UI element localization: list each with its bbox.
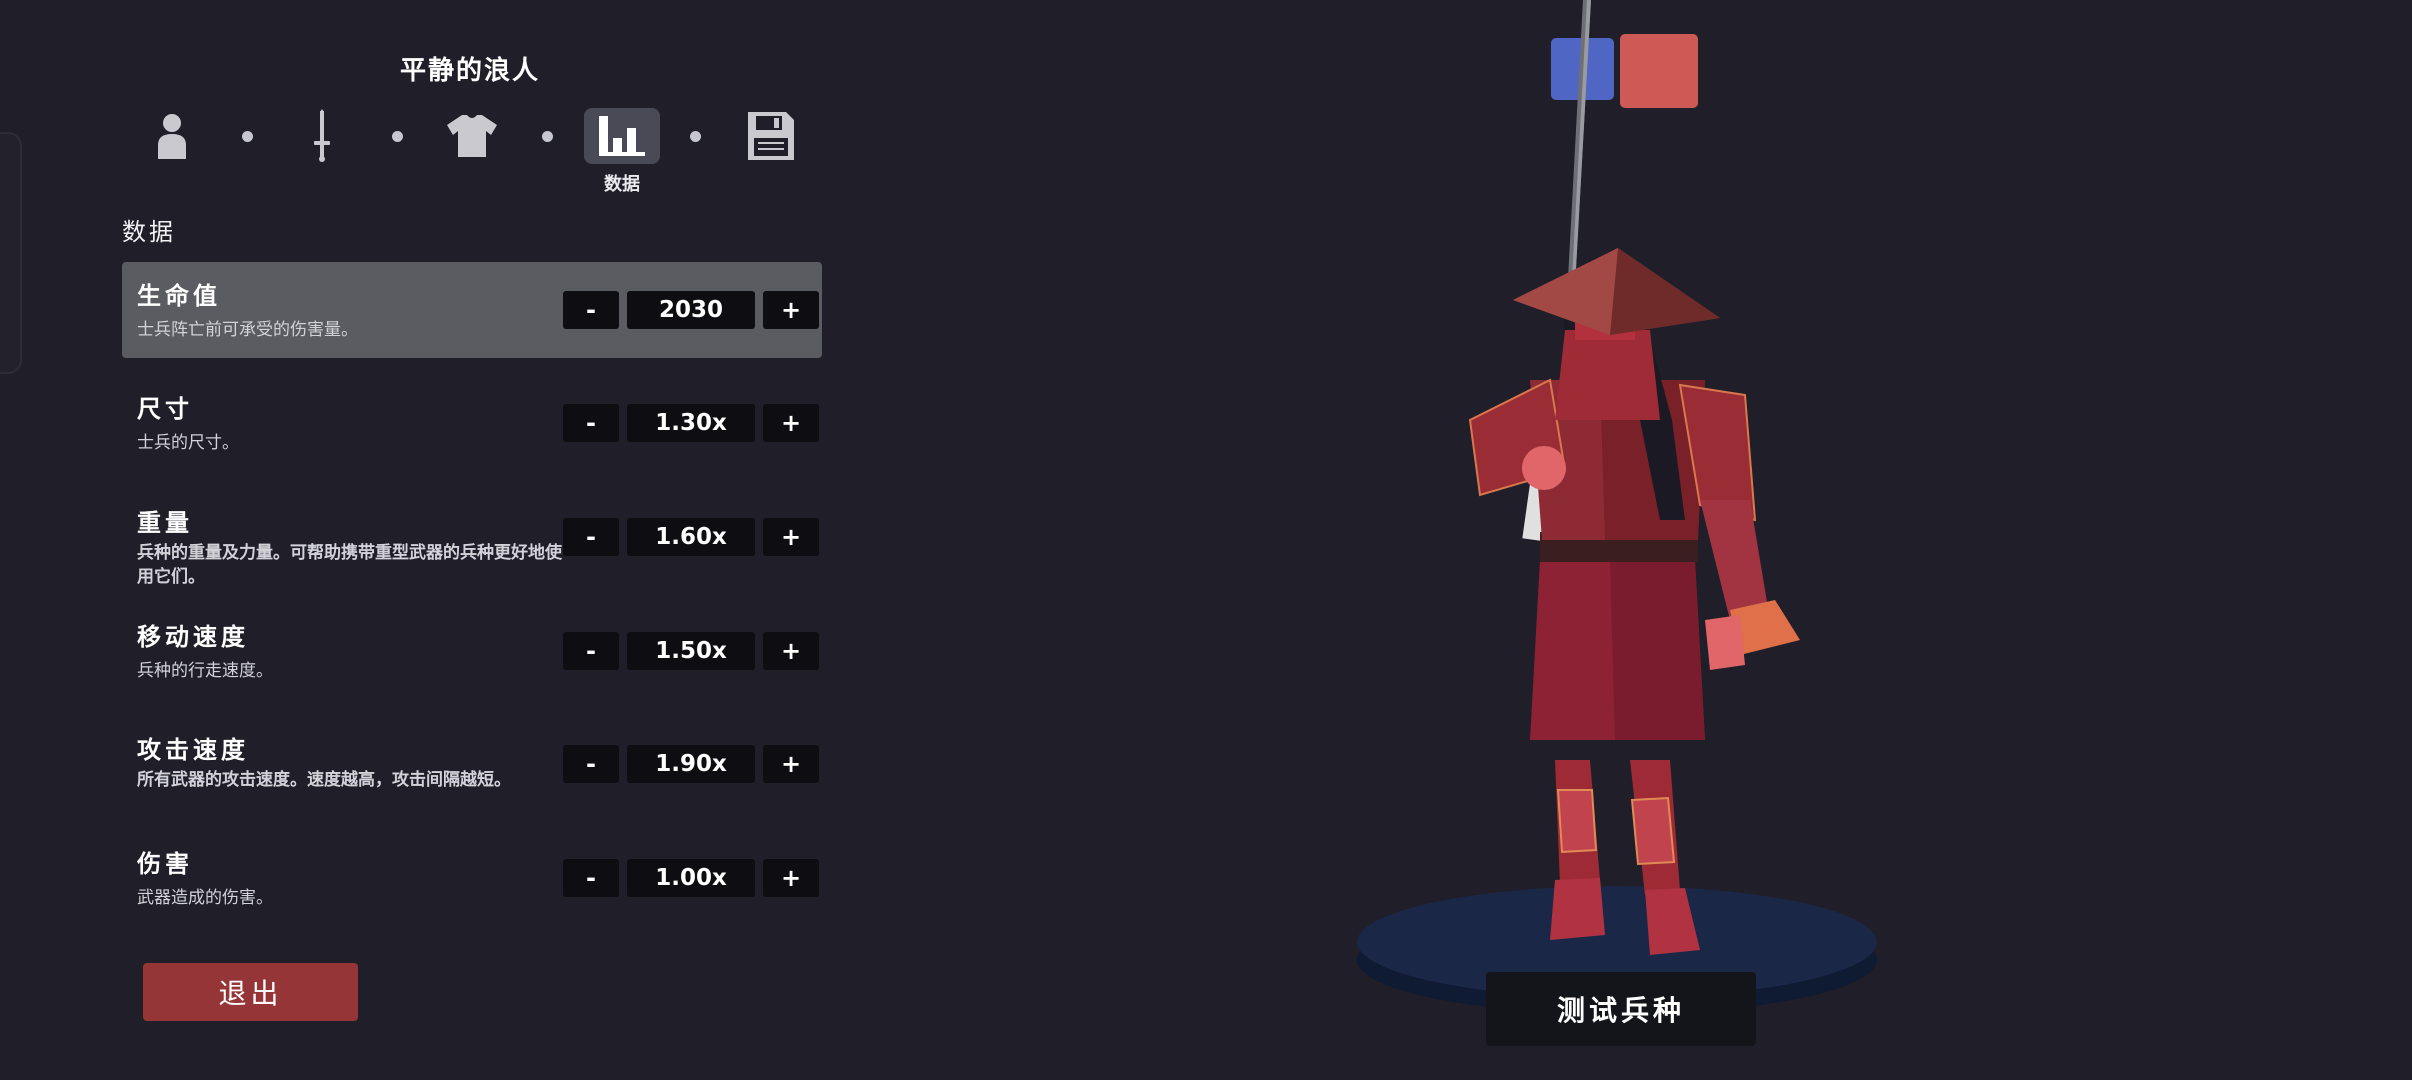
stat-row-damage[interactable]: 伤害 武器造成的伤害。 - 1.00x + [122,830,822,926]
unit-name-title[interactable]: 平静的浪人 [330,50,610,87]
increase-button[interactable]: + [763,745,819,783]
shirt-icon [447,115,497,157]
nav-body-tab[interactable] [134,108,210,164]
stat-description: 武器造成的伤害。 [137,888,273,908]
samurai-figure [1468,0,1800,955]
stat-row-health[interactable]: 生命值 士兵阵亡前可承受的伤害量。 - 2030 + [122,262,822,358]
stat-value: 1.00x [627,859,755,897]
stat-value: 2030 [627,291,755,329]
sword-icon [314,109,330,162]
nav-clothing-tab[interactable] [434,108,510,164]
stat-value: 1.90x [627,745,755,783]
stat-row-weight[interactable]: 重量 兵种的重量及力量。可帮助携带重型武器的兵种更好地使用它们。 - 1.60x… [122,489,822,587]
person-icon [158,114,186,159]
decrease-button[interactable]: - [563,745,619,783]
nav-separator-dot [690,131,701,142]
unit-creator-screen: 平静的浪人 数据 数据 生命值 士兵阵亡前可承受的伤害量。 - 2030 + 尺… [0,0,2412,1080]
stat-row-move-speed[interactable]: 移动速度 兵种的行走速度。 - 1.50x + [122,603,822,699]
section-label-stats: 数据 [122,218,176,246]
bar-chart-icon [599,116,645,156]
stat-value: 1.30x [627,404,755,442]
stat-value: 1.50x [627,632,755,670]
nav-separator-dot [542,131,553,142]
side-panel-handle[interactable] [0,132,22,374]
increase-button[interactable]: + [763,859,819,897]
decrease-button[interactable]: - [563,518,619,556]
nav-weapon-tab[interactable] [284,108,360,164]
decrease-button[interactable]: - [563,404,619,442]
nav-save-tab[interactable] [733,108,809,164]
increase-button[interactable]: + [763,632,819,670]
stat-name: 尺寸 [137,395,193,423]
stat-row-attack-speed[interactable]: 攻击速度 所有武器的攻击速度。速度越高，攻击间隔越短。 - 1.90x + [122,716,822,812]
decrease-button[interactable]: - [563,859,619,897]
stat-row-size[interactable]: 尺寸 士兵的尺寸。 - 1.30x + [122,375,822,471]
stat-name: 重量 [137,509,193,537]
stat-description: 兵种的重量及力量。可帮助携带重型武器的兵种更好地使用它们。 [137,543,562,587]
nav-stats-caption: 数据 [604,174,640,195]
unit-preview-3d[interactable] [1300,0,1900,1080]
stat-description: 兵种的行走速度。 [137,661,273,681]
increase-button[interactable]: + [763,291,819,329]
test-unit-button[interactable]: 测试兵种 [1486,972,1756,1046]
nav-stats-tab[interactable] [584,108,660,164]
nav-separator-dot [242,131,253,142]
decrease-button[interactable]: - [563,291,619,329]
decrease-button[interactable]: - [563,632,619,670]
increase-button[interactable]: + [763,404,819,442]
stat-description: 士兵阵亡前可承受的伤害量。 [137,320,358,340]
stat-value: 1.60x [627,518,755,556]
stat-name: 移动速度 [137,623,249,651]
stat-description: 所有武器的攻击速度。速度越高，攻击间隔越短。 [137,770,511,790]
stat-name: 生命值 [137,282,221,310]
exit-button[interactable]: 退出 [143,963,358,1021]
stat-description: 士兵的尺寸。 [137,433,239,453]
increase-button[interactable]: + [763,518,819,556]
stat-name: 伤害 [137,850,193,878]
stat-name: 攻击速度 [137,736,249,764]
nav-separator-dot [392,131,403,142]
save-disk-icon [748,112,794,160]
